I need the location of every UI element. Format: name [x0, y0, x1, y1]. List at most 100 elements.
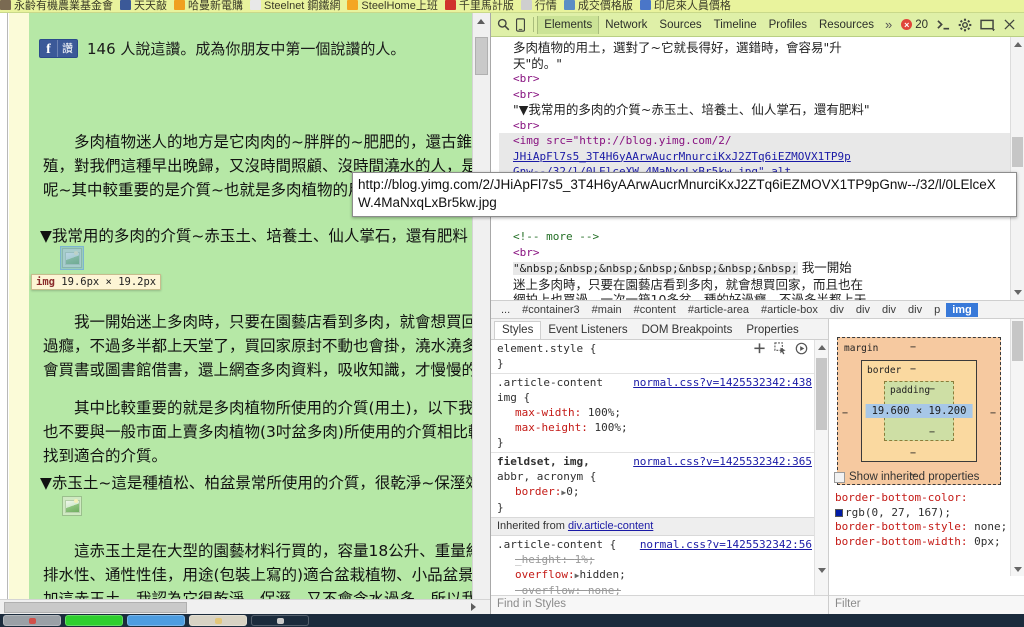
- taskbar-item-4[interactable]: [189, 615, 247, 626]
- bookmark-item-6[interactable]: 行情: [520, 0, 564, 12]
- tab-properties[interactable]: Properties: [739, 322, 805, 339]
- computed-property-row[interactable]: border-bottom-width: 0px;: [835, 535, 1010, 550]
- box-model-margin-left[interactable]: −: [842, 408, 848, 419]
- dom-text-node[interactable]: 網拍上也買過，一次一箱10多盆，種的好過癮，不過多半都上天: [499, 292, 1010, 300]
- style-rule-fieldset-img[interactable]: fieldset, img, normal.css?v=1425532342:3…: [491, 452, 828, 517]
- taskbar[interactable]: [0, 614, 1024, 627]
- css-prop-value[interactable]: 1%;: [575, 553, 595, 566]
- page-vertical-scrollbar[interactable]: [472, 13, 490, 614]
- breadcrumb-item-container3[interactable]: #container3: [516, 303, 586, 317]
- styles-scroll-thumb[interactable]: [816, 358, 827, 430]
- style-rule-article-content-img[interactable]: .article-content normal.css?v=1425532342…: [491, 373, 828, 452]
- styles-scroll-up-icon[interactable]: [818, 345, 826, 350]
- device-toggle-icon[interactable]: [512, 14, 529, 36]
- rule-source-link[interactable]: normal.css?v=1425532342:438: [633, 375, 812, 390]
- devtools-panel[interactable]: Elements Network Sources Timeline Profil…: [490, 13, 1024, 614]
- tab-elements[interactable]: Elements: [537, 15, 600, 34]
- box-model-diagram[interactable]: margin − − − − border − − − − padding −: [837, 337, 1001, 485]
- box-model-border-bottom[interactable]: −: [910, 448, 916, 459]
- dom-scroll-up-icon[interactable]: [1014, 42, 1022, 47]
- css-prop-value[interactable]: hidden;: [579, 568, 625, 581]
- dock-side-icon[interactable]: [976, 14, 998, 36]
- taskbar-item-5[interactable]: [251, 615, 309, 626]
- box-model-margin-top[interactable]: −: [910, 342, 916, 353]
- dom-entity-text-node[interactable]: "&nbsp;&nbsp;&nbsp;&nbsp;&nbsp;&nbsp;&nb…: [499, 260, 1010, 277]
- dom-text-node[interactable]: 多肉植物的用土，選對了~它就長得好，選錯時，會容易"升: [499, 40, 1010, 56]
- breadcrumb[interactable]: ... #container3 #main #content #article-…: [491, 300, 1024, 319]
- bookmark-item-2[interactable]: 哈曼新電購: [174, 0, 250, 12]
- css-prop-value[interactable]: 0;: [566, 485, 579, 498]
- taskbar-item-2[interactable]: [65, 615, 123, 626]
- dom-img-url-part1[interactable]: JHiApFl7s5_3T4H6yAArwAucrMnurciKxJ2ZTq6i…: [513, 150, 851, 163]
- dom-br-tag[interactable]: <br>: [499, 118, 1010, 134]
- page-content-area[interactable]: f 讚 146 人說這讚。成為你朋友中第一個說讚的人。 多肉植物迷人的地方是它肉…: [29, 13, 472, 614]
- page-scroll-thumb[interactable]: [475, 37, 488, 75]
- find-in-styles-input[interactable]: Find in Styles: [491, 595, 828, 614]
- computed-scrollbar[interactable]: [1010, 319, 1024, 576]
- tab-styles[interactable]: Styles: [494, 321, 542, 339]
- dom-br-tag[interactable]: <br>: [499, 245, 1010, 261]
- tab-resources[interactable]: Resources: [813, 16, 880, 34]
- computed-filter-input[interactable]: Filter: [829, 595, 1024, 614]
- computed-body[interactable]: margin − − − − border − − − − padding −: [829, 319, 1024, 595]
- rule-source-link[interactable]: normal.css?v=1425532342:365: [633, 454, 812, 469]
- css-declaration[interactable]: overflow:▶hidden;: [497, 567, 814, 583]
- styles-scrollbar[interactable]: [814, 340, 828, 595]
- breadcrumb-item-div-3[interactable]: div: [876, 303, 902, 317]
- bookmark-bar[interactable]: 永齡有機農業基金會 天天敲 哈曼新電購 Steelnet 鋼鐵網 SteelHome上班…: [0, 0, 1024, 13]
- color-swatch-icon[interactable]: [835, 508, 843, 517]
- css-declaration-disabled[interactable]: _height: 1%;: [497, 552, 814, 567]
- breadcrumb-item-main[interactable]: #main: [586, 303, 628, 317]
- bookmark-item-3[interactable]: Steelnet 鋼鐵網: [250, 0, 347, 12]
- dom-tree-content[interactable]: 多肉植物的用土，選對了~它就長得好，選錯時，會容易"升 天"的。" <br> <…: [491, 37, 1010, 300]
- dom-text-node[interactable]: 迷上多肉時，只要在園藝店看到多肉，就會想買回家，而且也在: [499, 277, 1010, 293]
- breadcrumb-item-div-1[interactable]: div: [824, 303, 850, 317]
- breadcrumb-item-article-area[interactable]: #article-area: [682, 303, 755, 317]
- dom-br-tag[interactable]: <br>: [499, 71, 1010, 87]
- checkbox-icon[interactable]: [834, 471, 845, 483]
- dom-scroll-down-icon[interactable]: [1014, 290, 1022, 295]
- facebook-like-button[interactable]: f 讚: [39, 39, 78, 58]
- page-horizontal-scrollbar[interactable]: [0, 599, 490, 614]
- close-icon[interactable]: [998, 14, 1020, 36]
- broken-image-icon-2[interactable]: [62, 496, 82, 516]
- facebook-like-row[interactable]: f 讚 146 人說這讚。成為你朋友中第一個說讚的人。: [39, 38, 405, 59]
- bookmark-item-1[interactable]: 天天敲: [120, 0, 174, 12]
- search-icon[interactable]: [495, 14, 512, 36]
- console-prompt-icon[interactable]: [932, 14, 954, 36]
- tab-dom-breakpoints[interactable]: DOM Breakpoints: [635, 322, 740, 339]
- computed-property-row[interactable]: border-bottom-color:: [835, 491, 1010, 506]
- devtools-sidebar[interactable]: Styles Event Listeners DOM Breakpoints P…: [491, 319, 1024, 614]
- box-model-margin-right[interactable]: −: [990, 408, 996, 419]
- dom-br-tag[interactable]: <br>: [499, 87, 1010, 103]
- taskbar-item-3[interactable]: [127, 615, 185, 626]
- taskbar-item-1[interactable]: [3, 615, 61, 626]
- breadcrumb-item-ellipsis[interactable]: ...: [495, 303, 516, 317]
- box-model-padding-top[interactable]: −: [929, 384, 935, 395]
- css-prop-value[interactable]: none;: [588, 584, 621, 595]
- breadcrumb-item-p[interactable]: p: [928, 303, 946, 317]
- styles-tabbar[interactable]: Styles Event Listeners DOM Breakpoints P…: [491, 319, 828, 340]
- box-model-border-top[interactable]: −: [910, 364, 916, 375]
- box-model-padding-box[interactable]: padding − − − − 19.600 × 19.200: [865, 381, 973, 441]
- rule-source-link[interactable]: normal.css?v=1425532342:56: [640, 537, 812, 552]
- css-declaration-disabled[interactable]: _overflow: none;: [497, 583, 814, 595]
- css-prop-value[interactable]: 100%;: [594, 421, 627, 434]
- computed-property-row[interactable]: border-bottom-style: none;: [835, 520, 1010, 535]
- scroll-right-arrow-icon[interactable]: [471, 603, 476, 611]
- show-inherited-properties-checkbox[interactable]: Show inherited properties: [834, 471, 979, 483]
- dom-tree-panel[interactable]: 多肉植物的用土，選對了~它就長得好，選錯時，會容易"升 天"的。" <br> <…: [491, 37, 1024, 300]
- dom-comment-node[interactable]: <!-- more -->: [499, 229, 1010, 245]
- styles-pane[interactable]: Styles Event Listeners DOM Breakpoints P…: [491, 319, 829, 614]
- tab-profiles[interactable]: Profiles: [763, 16, 813, 34]
- style-rule-element-style[interactable]: element.style { }: [491, 340, 828, 373]
- dom-tree-scrollbar[interactable]: [1010, 37, 1024, 300]
- inherited-source-link[interactable]: div.article-content: [568, 520, 653, 532]
- computed-scroll-thumb[interactable]: [1012, 321, 1023, 361]
- web-page-viewport[interactable]: f 讚 146 人說這讚。成為你朋友中第一個說讚的人。 多肉植物迷人的地方是它肉…: [0, 13, 490, 614]
- box-model-content-size[interactable]: 19.600 × 19.200: [865, 404, 973, 418]
- tab-event-listeners[interactable]: Event Listeners: [541, 322, 634, 339]
- css-prop-value[interactable]: 100%;: [588, 406, 621, 419]
- computed-properties-list[interactable]: border-bottom-color: rgb(0, 27, 167); bo…: [829, 491, 1010, 595]
- scroll-up-arrow-icon[interactable]: [473, 13, 490, 30]
